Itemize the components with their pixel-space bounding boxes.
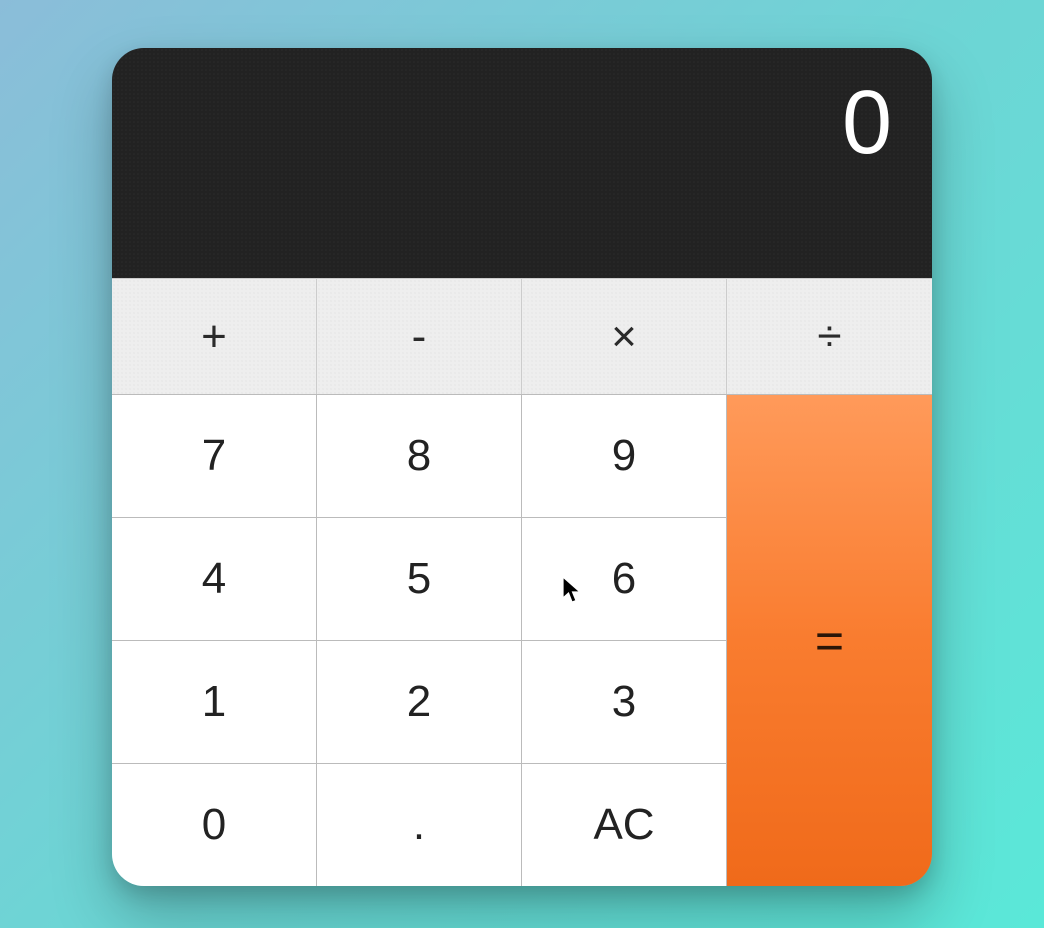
digit-9-button[interactable]: 9 (522, 394, 727, 517)
display: 0 (112, 48, 932, 278)
equals-button[interactable]: = (727, 394, 932, 886)
clear-button[interactable]: AC (522, 763, 727, 886)
digit-2-button[interactable]: 2 (317, 640, 522, 763)
digit-7-button[interactable]: 7 (112, 394, 317, 517)
multiply-button[interactable]: × (522, 279, 727, 394)
digit-1-button[interactable]: 1 (112, 640, 317, 763)
add-button[interactable]: + (112, 279, 317, 394)
digit-0-button[interactable]: 0 (112, 763, 317, 886)
keypad: 7 8 9 4 5 6 1 2 3 0 . AC = (112, 394, 932, 886)
decimal-button[interactable]: . (317, 763, 522, 886)
digit-5-button[interactable]: 5 (317, 517, 522, 640)
digit-3-button[interactable]: 3 (522, 640, 727, 763)
digit-8-button[interactable]: 8 (317, 394, 522, 517)
operator-row: + - × ÷ (112, 278, 932, 394)
subtract-button[interactable]: - (317, 279, 522, 394)
calculator: 0 + - × ÷ 7 8 9 4 5 6 1 2 3 0 . AC = (112, 48, 932, 886)
display-value: 0 (842, 78, 892, 168)
number-grid: 7 8 9 4 5 6 1 2 3 0 . AC (112, 394, 727, 886)
divide-button[interactable]: ÷ (727, 279, 932, 394)
digit-6-button[interactable]: 6 (522, 517, 727, 640)
digit-4-button[interactable]: 4 (112, 517, 317, 640)
